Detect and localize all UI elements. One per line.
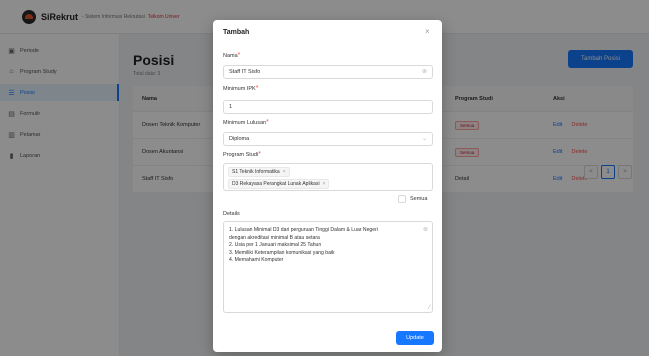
prodi-label-text: Program Studi [223, 152, 259, 158]
chip-label: S1 Teknik Informatika [232, 169, 280, 175]
details-line: 2. Usia per 1 Januari maksimal 25 Tahun [229, 242, 322, 248]
lulusan-label: Minimum Lulusan* [223, 119, 269, 126]
prodi-chip: D3 Rekayasa Perangkat Lunak Aplikasi × [228, 179, 330, 189]
required-mark: * [266, 119, 269, 126]
nama-input[interactable]: Staff IT Sisfo ⊗ [223, 65, 433, 79]
chip-label: D3 Rekayasa Perangkat Lunak Aplikasi [232, 181, 320, 187]
ipk-input[interactable]: 1 [223, 100, 433, 114]
clear-icon[interactable]: ⊗ [422, 68, 427, 75]
modal-title: Tambah [223, 29, 250, 36]
nama-value: Staff IT Sisfo [229, 69, 261, 75]
prodi-multiselect[interactable]: S1 Teknik Informatika × D3 Rekayasa Peran… [223, 163, 433, 191]
prodi-label: Program Studi* [223, 151, 261, 158]
required-mark: * [258, 151, 261, 158]
ipk-label-text: Minimum IPK [223, 86, 256, 92]
ipk-value: 1 [229, 104, 233, 110]
required-mark: * [237, 52, 241, 59]
resize-handle-icon[interactable]: ⁄ [429, 305, 430, 311]
close-icon[interactable]: × [283, 169, 286, 175]
add-position-modal: Tambah × Nama* Staff IT Sisfo ⊗ Minimum … [213, 20, 442, 352]
required-mark: * [255, 85, 259, 92]
close-icon[interactable]: × [425, 27, 430, 36]
details-line: 1. Lulusan Minimal D3 dari perguruan Tin… [229, 227, 378, 233]
details-label: Details [223, 211, 240, 217]
details-line: 3. Memiliki Keterampilan komunikasi yang… [229, 249, 335, 256]
prodi-chip: S1 Teknik Informatika × [228, 167, 290, 177]
nama-label: Nama* [223, 52, 240, 59]
semua-checkbox-row[interactable]: Semua [398, 195, 427, 203]
clear-icon[interactable]: ⊗ [423, 226, 428, 233]
details-line: 4. Memahami Komputer [229, 257, 284, 263]
lulusan-select[interactable]: Diploma ⌄ [223, 132, 433, 146]
update-button[interactable]: Update [396, 331, 434, 345]
chevron-down-icon: ⌄ [421, 136, 427, 142]
semua-checkbox[interactable] [398, 195, 406, 203]
close-icon[interactable]: × [323, 181, 326, 187]
details-textarea[interactable]: 1. Lulusan Minimal D3 dari perguruan Tin… [223, 221, 433, 313]
semua-label: Semua [410, 196, 428, 202]
nama-label-text: Nama [223, 53, 238, 59]
lulusan-value: Diploma [229, 136, 250, 142]
lulusan-label-text: Minimum Lulusan [223, 120, 267, 126]
ipk-label: Minimum IPK* [223, 85, 258, 92]
details-line: dengan akreditasi minimal B atau setara [229, 234, 320, 241]
